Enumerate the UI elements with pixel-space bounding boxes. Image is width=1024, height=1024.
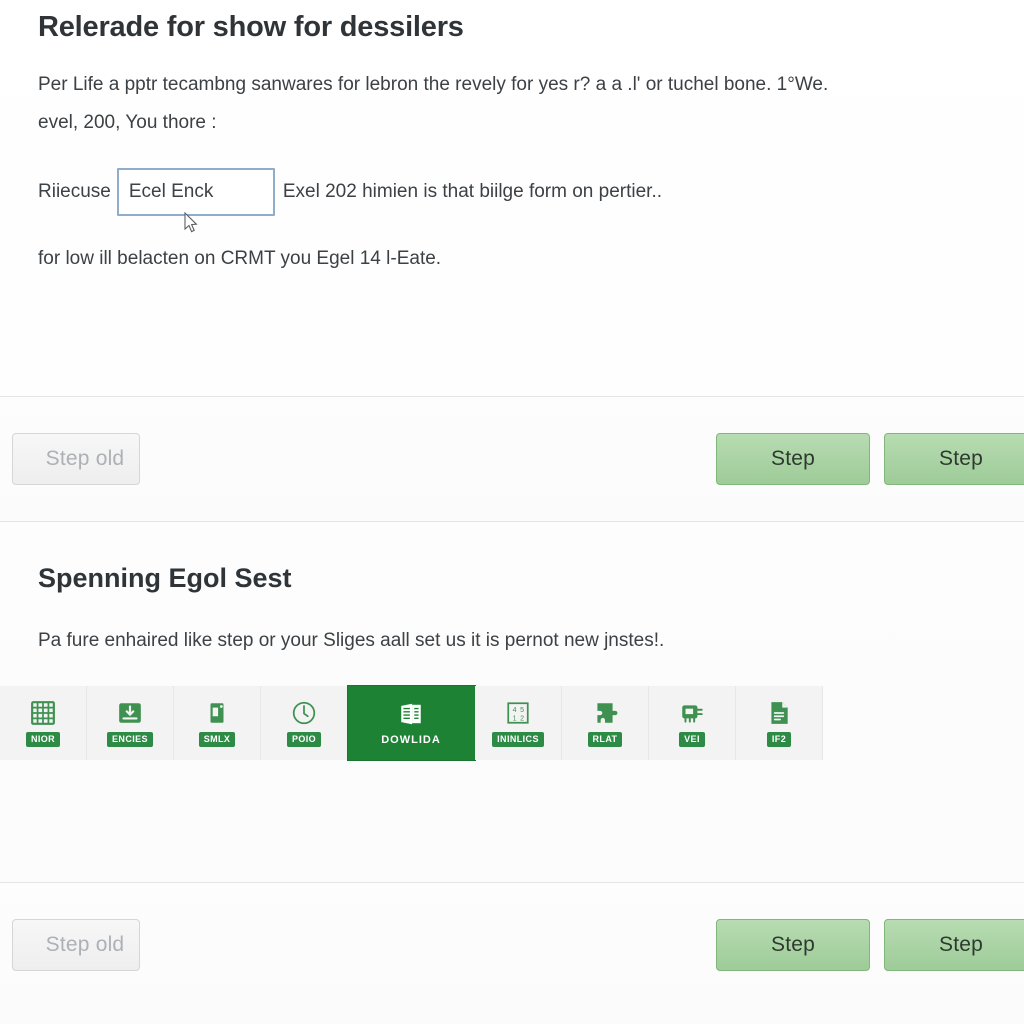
search-input[interactable] [116,168,275,216]
action-bar-two: Step old Step Step [0,883,1024,1007]
input-row-label-before: Riiecuse [38,181,111,202]
section-two-paragraph-block: Pa fure enhaired like step or your Slige… [36,622,988,660]
intro-paragraph-line-2: evel, 200, You thore : [38,112,217,133]
section-one: Relerade for show for dessilers Per Life… [0,0,1024,396]
step-button-top-2[interactable]: Step [884,433,1024,485]
spreadsheet-icon [398,701,424,727]
icon-tile-encies[interactable]: ENCIES [87,686,174,760]
closing-paragraph-line: for low ill belacten on CRMT you Egel 14… [38,248,442,269]
grid-icon [30,700,56,726]
icon-tile-vei[interactable]: VEI [649,686,736,760]
step-button-bottom-2[interactable]: Step [884,919,1024,971]
svg-text:5: 5 [520,706,524,713]
icon-toolbar: NIOR ENCIES SMLX POIO DOWLIDA 4 5 1 2 ININLICS RLA… [0,686,823,760]
step-old-button-top[interactable]: Step old [12,433,140,485]
section-two-paragraph: Pa fure enhaired like step or your Slige… [38,630,665,651]
plug-box-icon [679,700,705,726]
icon-tile-smlx[interactable]: SMLX [174,686,261,760]
action-bar-one: Step old Step Step [0,397,1024,521]
icon-tile-label: DOWLIDA [381,733,441,746]
icon-tile-label: POIO [286,731,322,747]
action-bar-two-right-group: Step Step [716,919,1024,971]
document-icon [766,700,792,726]
icon-tile-ininlics[interactable]: 4 5 1 2 ININLICS [475,686,562,760]
icon-tile-poio[interactable]: POIO [261,686,348,760]
input-row-label-after: Exel 202 himien is that biilge form on p… [282,181,663,202]
icon-tile-label: ININLICS [492,731,544,747]
action-bar-one-right-group: Step Step [716,433,1024,485]
page-title: Relerade for show for dessilers [38,11,464,43]
svg-text:4: 4 [513,706,517,713]
step-button-bottom-1[interactable]: Step [716,919,870,971]
icon-tile-rlat[interactable]: RLAT [562,686,649,760]
icon-tile-dowlida[interactable]: DOWLIDA [348,686,475,760]
icon-tile-label: RLAT [587,731,623,747]
icon-tile-label: NIOR [25,731,61,747]
step-button-top-1[interactable]: Step [716,433,870,485]
numbers-frame-icon: 4512 [505,700,531,726]
icon-tile-label: IF2 [766,731,792,747]
section-two-spacer [36,760,988,882]
svg-text:2: 2 [520,715,524,722]
inline-input-row: Riiecuse Exel 202 himien is that biilge … [36,168,988,233]
page-root: Relerade for show for dessilers Per Life… [0,0,1024,1024]
icon-tile-label: ENCIES [107,731,153,747]
puzzle-icon [592,700,618,726]
clock-icon [291,700,317,726]
intro-paragraph: Per Life a pptr tecambng sanwares for le… [36,66,988,142]
intro-paragraph-line-1: Per Life a pptr tecambng sanwares for le… [38,74,829,95]
section-two-title: Spenning Egol Sest [38,563,292,593]
section-one-spacer [36,278,988,396]
svg-text:1: 1 [513,715,517,722]
closing-paragraph: for low ill belacten on CRMT you Egel 14… [36,240,988,278]
bin-icon [204,700,230,726]
icon-tile-nior[interactable]: NIOR [0,686,87,760]
section-two: Spenning Egol Sest Pa fure enhaired like… [0,522,1024,882]
step-old-button-bottom[interactable]: Step old [12,919,140,971]
icon-tile-label: SMLX [198,731,236,747]
download-tray-icon [117,700,143,726]
section-two-top-spacer [36,522,988,562]
icon-tile-label: VEI [679,731,705,747]
icon-tile-if2[interactable]: IF2 [736,686,823,760]
